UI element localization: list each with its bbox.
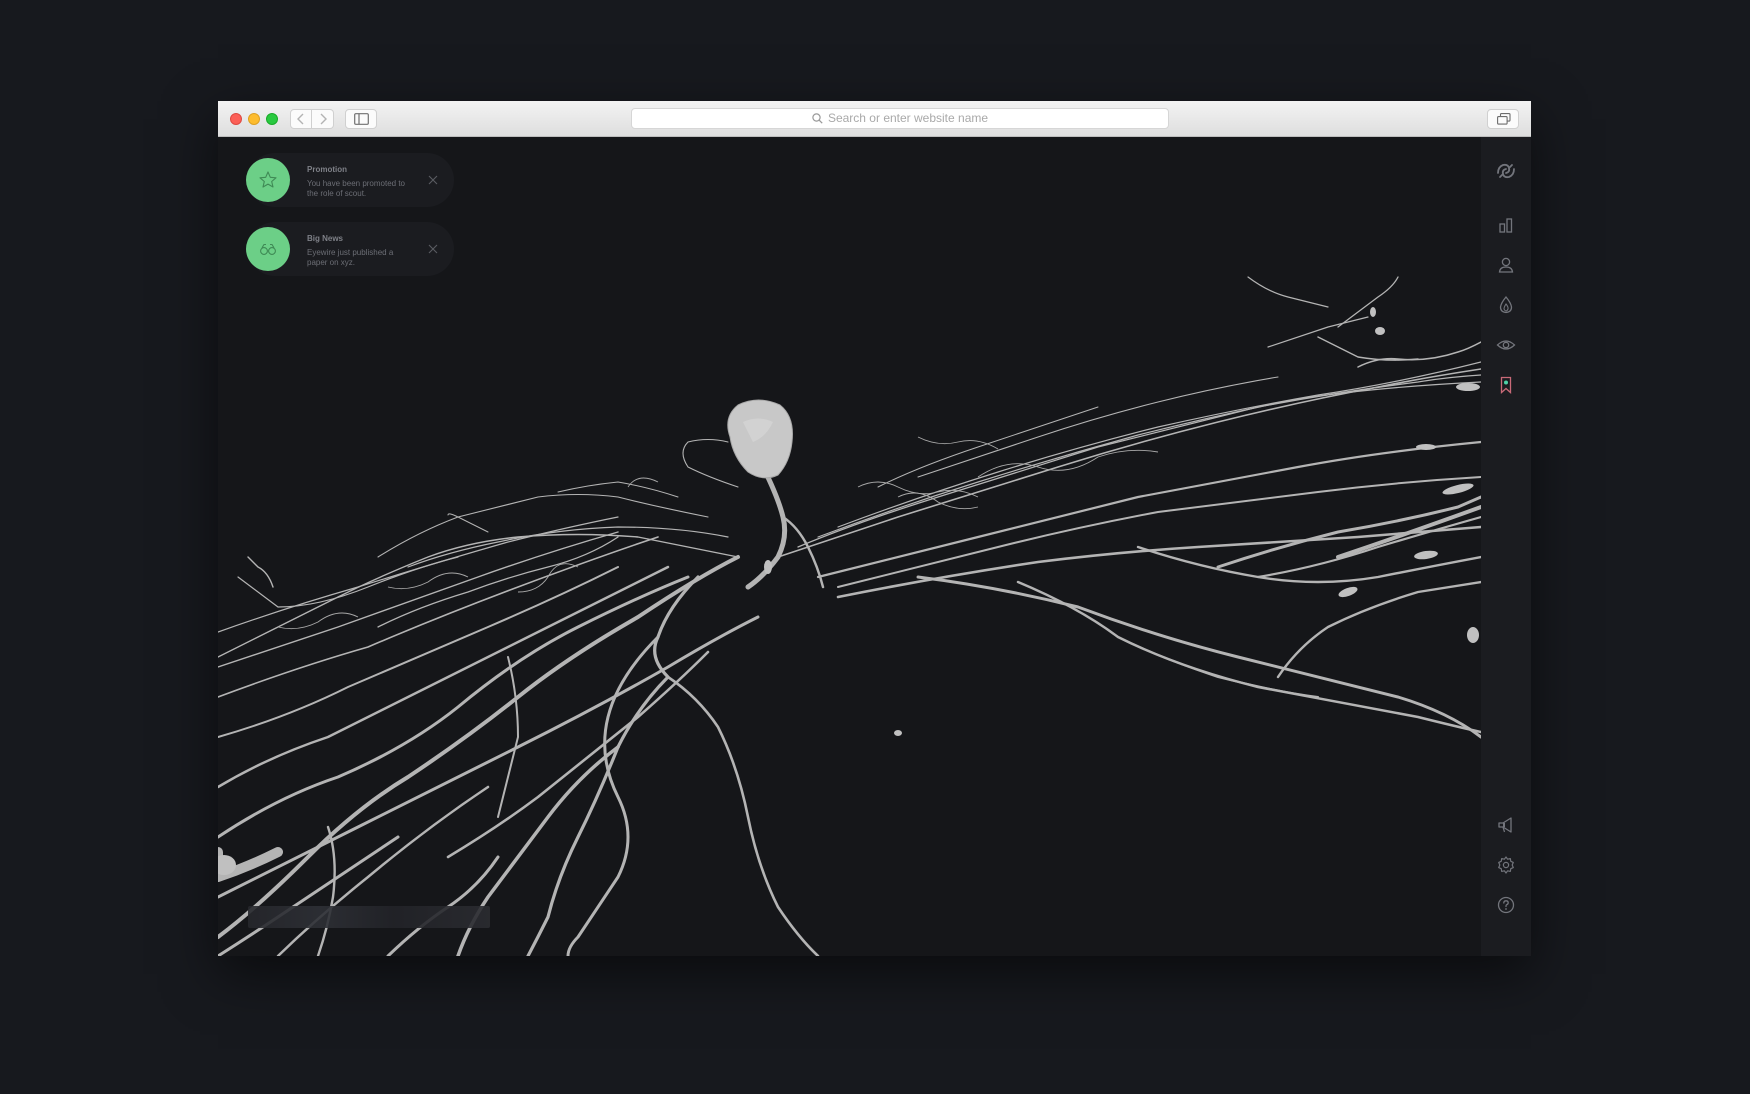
binoculars-icon [260, 243, 276, 255]
help-button[interactable] [1494, 893, 1518, 917]
address-bar[interactable]: Search or enter website name [631, 108, 1169, 129]
bookmark-icon [1500, 376, 1512, 394]
announcements-button[interactable] [1494, 813, 1518, 837]
back-button[interactable] [290, 109, 312, 129]
forward-button[interactable] [312, 109, 334, 129]
sidebar-toggle-button[interactable] [345, 109, 377, 129]
stats-button[interactable] [1494, 213, 1518, 237]
dismiss-notification-button[interactable] [423, 239, 443, 259]
star-icon [259, 171, 277, 188]
browser-titlebar: Search or enter website name [218, 101, 1531, 137]
notification-card[interactable]: Promotion You have been promoted to the … [246, 153, 454, 207]
logo-button[interactable] [1494, 159, 1518, 183]
close-icon [428, 175, 438, 185]
notification-badge [246, 227, 290, 271]
flame-icon [1499, 295, 1513, 314]
tabs-overview-icon [1497, 113, 1511, 125]
settings-icon [1498, 856, 1514, 874]
stats-icon [1499, 218, 1513, 233]
sidebar-icon [354, 113, 369, 125]
logo-icon [1497, 163, 1515, 179]
flame-button[interactable] [1494, 293, 1518, 317]
dismiss-notification-button[interactable] [423, 170, 443, 190]
right-toolbar [1481, 137, 1531, 956]
help-icon [1497, 896, 1515, 914]
tab-overview-button[interactable] [1487, 109, 1519, 129]
profile-button[interactable] [1494, 253, 1518, 277]
notification-body: Eyewire just published a paper on xyz. [307, 248, 394, 267]
search-icon [812, 113, 823, 124]
bookmark-button[interactable] [1494, 373, 1518, 397]
settings-button[interactable] [1494, 853, 1518, 877]
forward-chevron-icon [320, 113, 327, 125]
address-placeholder: Search or enter website name [827, 111, 989, 125]
notification-badge [246, 158, 290, 202]
back-chevron-icon [297, 113, 304, 125]
notification-card[interactable]: Big News Eyewire just published a paper … [246, 222, 454, 276]
notification-body: You have been promoted to the role of sc… [307, 179, 406, 198]
megaphone-icon [1498, 817, 1512, 833]
notification-title: Promotion [307, 165, 347, 174]
eye-icon [1496, 340, 1516, 350]
neuron-viewport[interactable]: Promotion You have been promoted to the … [218, 137, 1531, 956]
close-icon [428, 244, 438, 254]
visibility-button[interactable] [1494, 333, 1518, 357]
close-window-button[interactable] [230, 113, 242, 125]
progress-bar [248, 906, 490, 928]
maximize-window-button[interactable] [266, 113, 278, 125]
profile-icon [1498, 257, 1514, 273]
notification-title: Big News [307, 234, 344, 243]
minimize-window-button[interactable] [248, 113, 260, 125]
browser-window: Search or enter website name Promotion Y… [218, 101, 1531, 956]
